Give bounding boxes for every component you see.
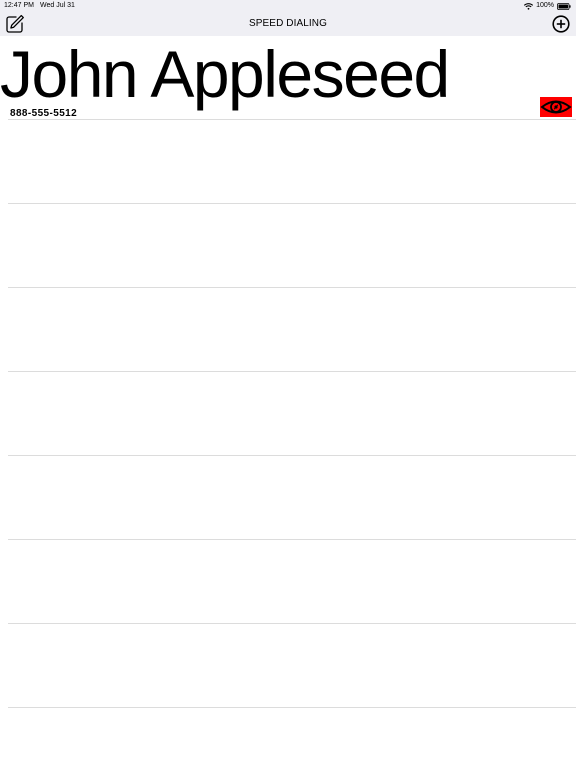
status-time: 12:47 PM [4,2,34,9]
status-bar: 12:47 PM Wed Jul 31 100% [0,0,576,12]
navigation-bar: SPEED DIALING [0,12,576,36]
wifi-icon [524,2,534,10]
add-circle-icon [552,15,570,33]
add-contact-button[interactable] [552,15,570,33]
speed-dial-list: John Appleseed 888-555-5512 [0,36,576,768]
speed-dial-row[interactable] [8,204,576,288]
speed-dial-row[interactable]: John Appleseed 888-555-5512 [0,36,576,120]
speed-dial-row[interactable] [8,288,576,372]
view-contact-button[interactable] [540,97,572,117]
contact-name: John Appleseed [0,37,450,111]
speed-dial-row[interactable] [8,120,576,204]
speed-dial-row[interactable] [8,624,576,708]
status-date: Wed Jul 31 [40,2,75,9]
speed-dial-row[interactable] [8,456,576,540]
speed-dial-row[interactable] [8,540,576,624]
speed-dial-row[interactable] [8,372,576,456]
eye-icon [540,97,572,117]
battery-percent: 100% [536,2,554,9]
status-right: 100% [524,0,571,12]
page-title: SPEED DIALING [249,18,327,29]
battery-icon [557,2,571,10]
contact-phone: 888-555-5512 [10,108,78,119]
